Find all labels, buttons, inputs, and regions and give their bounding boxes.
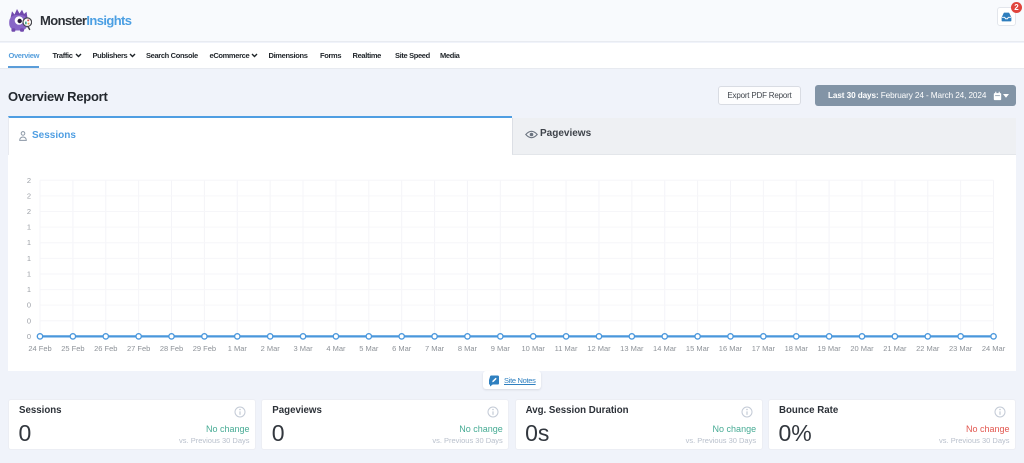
- svg-text:3 Mar: 3 Mar: [293, 344, 313, 353]
- svg-text:22 Mar: 22 Mar: [916, 344, 940, 353]
- svg-text:5 Mar: 5 Mar: [359, 344, 379, 353]
- svg-text:27 Feb: 27 Feb: [127, 344, 150, 353]
- svg-text:29 Feb: 29 Feb: [193, 344, 216, 353]
- svg-text:4 Mar: 4 Mar: [326, 344, 346, 353]
- svg-text:20 Mar: 20 Mar: [850, 344, 874, 353]
- svg-text:1: 1: [27, 269, 31, 278]
- svg-text:26 Feb: 26 Feb: [94, 344, 117, 353]
- svg-text:1 Mar: 1 Mar: [228, 344, 248, 353]
- svg-text:0: 0: [27, 316, 31, 325]
- svg-text:0: 0: [27, 301, 31, 310]
- svg-text:2: 2: [27, 176, 31, 185]
- svg-text:11 Mar: 11 Mar: [555, 344, 578, 353]
- svg-text:9 Mar: 9 Mar: [491, 344, 511, 353]
- svg-text:23 Mar: 23 Mar: [949, 344, 973, 353]
- svg-text:17 Mar: 17 Mar: [752, 344, 776, 353]
- svg-text:24 Feb: 24 Feb: [28, 344, 51, 353]
- svg-text:25 Feb: 25 Feb: [61, 344, 84, 353]
- svg-text:8 Mar: 8 Mar: [458, 344, 478, 353]
- svg-text:6 Mar: 6 Mar: [392, 344, 412, 353]
- svg-text:7 Mar: 7 Mar: [425, 344, 445, 353]
- svg-text:1: 1: [27, 285, 31, 294]
- svg-text:18 Mar: 18 Mar: [785, 344, 809, 353]
- svg-text:2: 2: [27, 191, 31, 200]
- svg-text:12 Mar: 12 Mar: [587, 344, 611, 353]
- svg-text:19 Mar: 19 Mar: [817, 344, 841, 353]
- svg-text:0: 0: [27, 332, 31, 341]
- svg-text:10 Mar: 10 Mar: [522, 344, 546, 353]
- svg-text:2: 2: [27, 207, 31, 216]
- svg-text:1: 1: [27, 223, 31, 232]
- svg-text:24 Mar: 24 Mar: [982, 344, 1006, 353]
- svg-text:13 Mar: 13 Mar: [620, 344, 644, 353]
- svg-text:16 Mar: 16 Mar: [719, 344, 743, 353]
- svg-text:15 Mar: 15 Mar: [686, 344, 710, 353]
- svg-text:21 Mar: 21 Mar: [883, 344, 907, 353]
- svg-text:1: 1: [27, 254, 31, 263]
- svg-text:14 Mar: 14 Mar: [653, 344, 677, 353]
- svg-text:2 Mar: 2 Mar: [261, 344, 281, 353]
- svg-text:28 Feb: 28 Feb: [160, 344, 183, 353]
- svg-text:1: 1: [27, 238, 31, 247]
